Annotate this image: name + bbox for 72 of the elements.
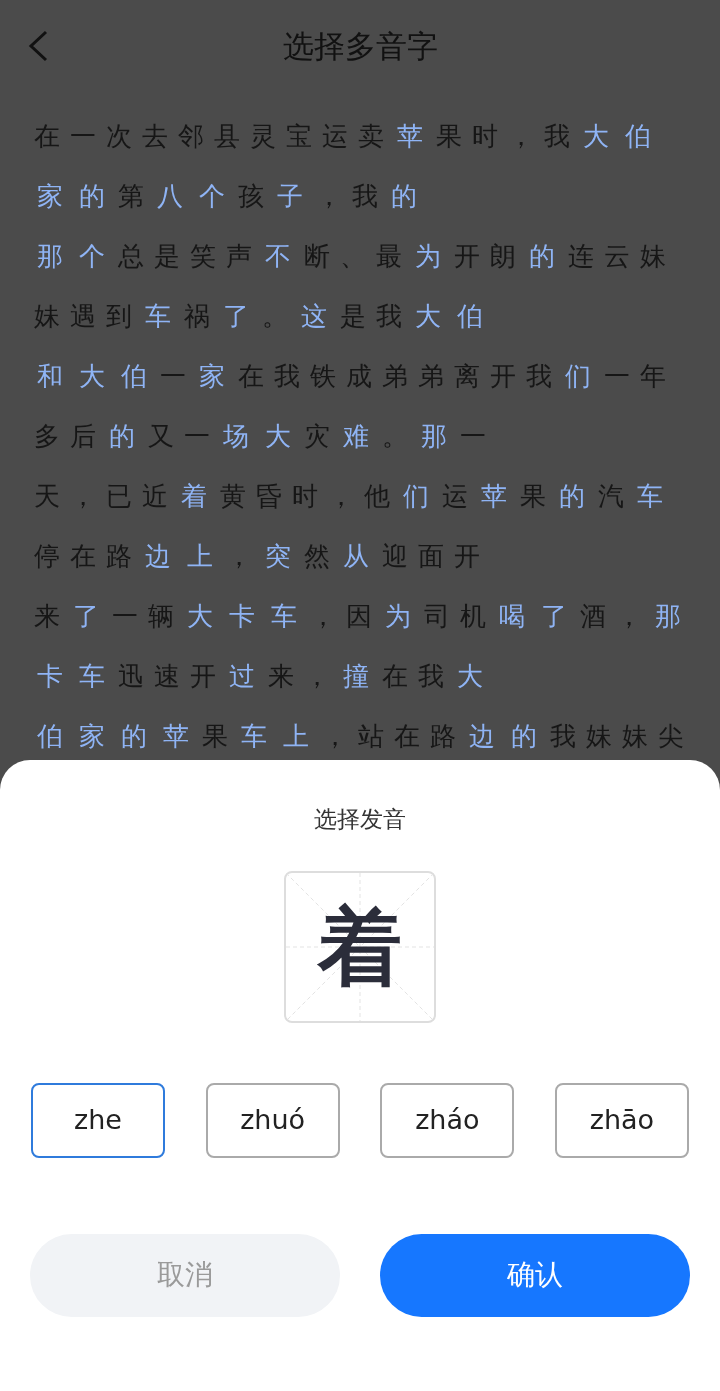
polyphonic-character[interactable]: 上 <box>184 541 226 571</box>
polyphonic-character[interactable]: 难 <box>340 421 382 451</box>
polyphonic-character[interactable]: 们 <box>400 481 442 511</box>
polyphonic-character[interactable]: 卡 <box>34 661 76 691</box>
polyphonic-character[interactable]: 这 <box>298 301 340 331</box>
passage-text: ， <box>226 541 262 571</box>
polyphonic-character[interactable]: 个 <box>196 181 238 211</box>
polyphonic-character[interactable]: 上 <box>280 721 322 751</box>
polyphonic-character[interactable]: 喝 <box>496 601 538 631</box>
polyphonic-character[interactable]: 为 <box>382 601 424 631</box>
confirm-button[interactable]: 确认 <box>380 1233 690 1317</box>
polyphonic-character[interactable]: 的 <box>508 721 550 751</box>
sheet-title: 选择发音 <box>314 805 406 834</box>
polyphonic-character[interactable]: 们 <box>562 361 604 391</box>
polyphonic-character[interactable]: 车 <box>142 301 184 331</box>
polyphonic-character[interactable]: 的 <box>118 721 160 751</box>
polyphonic-character[interactable]: 着 <box>178 481 220 511</box>
polyphonic-character[interactable]: 伯 <box>34 721 76 751</box>
polyphonic-character[interactable]: 的 <box>76 181 118 211</box>
polyphonic-character[interactable]: 个 <box>76 241 118 271</box>
polyphonic-character[interactable]: 的 <box>526 241 568 271</box>
page-title: 选择多音字 <box>282 27 438 66</box>
polyphonic-character[interactable]: 和 <box>34 361 76 391</box>
polyphonic-character[interactable]: 家 <box>76 721 118 751</box>
polyphonic-character[interactable]: 的 <box>556 481 598 511</box>
polyphonic-character[interactable]: 过 <box>226 661 268 691</box>
polyphonic-character[interactable]: 大 <box>580 121 622 151</box>
passage-text: 。 <box>262 301 298 331</box>
polyphonic-character[interactable]: 车 <box>238 721 280 751</box>
polyphonic-character[interactable]: 车 <box>634 481 676 511</box>
polyphonic-character[interactable]: 不 <box>262 241 304 271</box>
polyphonic-character[interactable]: 苹 <box>478 481 520 511</box>
polyphonic-character[interactable]: 家 <box>196 361 238 391</box>
polyphonic-character[interactable]: 大 <box>76 361 118 391</box>
polyphonic-character[interactable]: 伯 <box>454 301 496 331</box>
polyphonic-character[interactable]: 八 <box>154 181 196 211</box>
polyphonic-character[interactable]: 子 <box>274 181 316 211</box>
polyphonic-character[interactable]: 伯 <box>118 361 160 391</box>
polyphonic-character[interactable]: 为 <box>412 241 454 271</box>
polyphonic-character[interactable]: 苹 <box>394 121 436 151</box>
back-icon[interactable] <box>26 30 50 62</box>
polyphonic-character[interactable]: 卡 <box>226 601 268 631</box>
polyphonic-character[interactable]: 的 <box>106 421 148 451</box>
polyphonic-character[interactable]: 大 <box>412 301 454 331</box>
cancel-button[interactable]: 取消 <box>30 1233 340 1317</box>
polyphonic-character[interactable]: 大 <box>262 421 304 451</box>
polyphonic-character[interactable]: 车 <box>268 601 310 631</box>
pinyin-option[interactable]: zhāo <box>554 1082 689 1158</box>
polyphonic-character[interactable]: 那 <box>34 241 76 271</box>
polyphonic-character[interactable]: 了 <box>538 601 580 631</box>
pinyin-option[interactable]: zhe <box>31 1082 165 1158</box>
polyphonic-character[interactable]: 突 <box>262 541 304 571</box>
polyphonic-character[interactable]: 了 <box>220 301 262 331</box>
polyphonic-character[interactable]: 了 <box>70 601 112 631</box>
passage-text: 。 <box>382 421 418 451</box>
polyphonic-character[interactable]: 苹 <box>160 721 202 751</box>
pinyin-option[interactable]: zháo <box>380 1082 515 1158</box>
polyphonic-character[interactable]: 大 <box>454 661 496 691</box>
polyphonic-character[interactable]: 边 <box>142 541 184 571</box>
polyphonic-character[interactable]: 那 <box>418 421 460 451</box>
polyphonic-character[interactable]: 场 <box>220 421 262 451</box>
polyphonic-character[interactable]: 的 <box>388 181 430 211</box>
polyphonic-character[interactable]: 伯 <box>622 121 664 151</box>
polyphonic-character[interactable]: 从 <box>340 541 382 571</box>
pinyin-option[interactable]: zhuó <box>205 1082 340 1158</box>
polyphonic-character[interactable]: 那 <box>652 601 694 631</box>
polyphonic-character[interactable]: 家 <box>34 181 76 211</box>
selected-character: 着 <box>318 897 402 996</box>
polyphonic-character[interactable]: 边 <box>466 721 508 751</box>
polyphonic-character[interactable]: 车 <box>76 661 118 691</box>
polyphonic-character[interactable]: 撞 <box>340 661 382 691</box>
polyphonic-character[interactable]: 大 <box>184 601 226 631</box>
